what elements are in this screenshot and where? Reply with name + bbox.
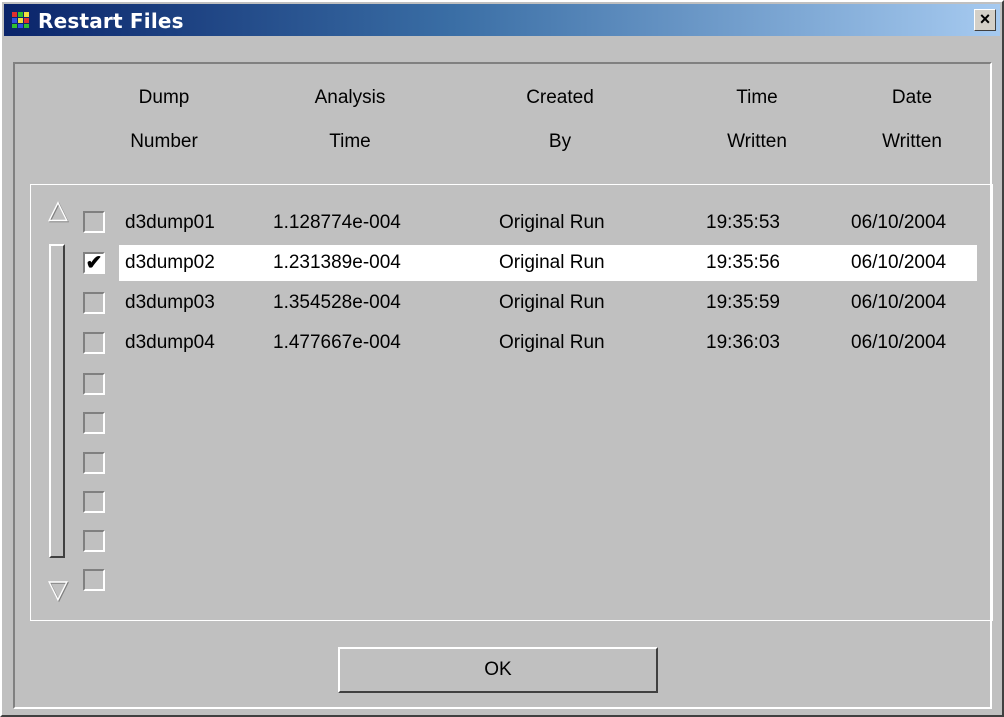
date-written-cell: 06/10/2004: [851, 212, 947, 233]
close-button[interactable]: ×: [974, 9, 996, 31]
ok-button[interactable]: OK: [338, 647, 658, 693]
column-header-line: Dump: [138, 87, 190, 108]
row-checkbox[interactable]: [83, 211, 105, 233]
table-row[interactable]: d3dump01 1.128774e-004 Original Run 19:3…: [119, 205, 977, 241]
table-row-selected[interactable]: d3dump02 1.231389e-004 Original Run 19:3…: [119, 245, 977, 281]
vertical-scrollbar[interactable]: △ ▽: [46, 194, 70, 614]
scroll-up-icon[interactable]: △: [46, 194, 70, 224]
dump-number-cell: d3dump03: [125, 292, 215, 313]
created-by-cell: Original Run: [499, 332, 605, 353]
row-checkbox[interactable]: [83, 569, 105, 591]
dump-number-cell: d3dump02: [125, 252, 215, 273]
row-checkbox[interactable]: ✔: [83, 252, 105, 274]
table-row[interactable]: d3dump03 1.354528e-004 Original Run 19:3…: [119, 285, 977, 321]
column-header-line: By: [548, 131, 572, 152]
scroll-down-icon[interactable]: ▽: [46, 574, 70, 604]
dump-number-cell: d3dump04: [125, 332, 215, 353]
analysis-time-cell: 1.354528e-004: [273, 292, 401, 313]
row-checkbox[interactable]: [83, 412, 105, 434]
time-written-cell: 19:36:03: [706, 332, 780, 353]
column-header-line: Analysis: [314, 87, 386, 108]
restart-files-dialog: Restart Files × Dump Number Analysis Tim…: [0, 0, 1004, 717]
title-bar[interactable]: Restart Files ×: [4, 4, 1000, 36]
analysis-time-cell: 1.128774e-004: [273, 212, 401, 233]
column-header-line: Time: [329, 131, 371, 152]
column-header-created-by: Created By: [510, 76, 610, 164]
column-header-line: Number: [130, 131, 198, 152]
row-checkbox[interactable]: [83, 332, 105, 354]
checkmark-icon: ✔: [85, 252, 103, 274]
scroll-track[interactable]: [49, 244, 65, 558]
column-header-time-written: Time Written: [707, 76, 807, 164]
row-checkbox[interactable]: [83, 530, 105, 552]
column-header-date-written: Date Written: [862, 76, 962, 164]
created-by-cell: Original Run: [499, 212, 605, 233]
column-header-line: Written: [727, 131, 787, 152]
column-header-line: Created: [526, 87, 594, 108]
time-written-cell: 19:35:59: [706, 292, 780, 313]
created-by-cell: Original Run: [499, 252, 605, 273]
table-row[interactable]: d3dump04 1.477667e-004 Original Run 19:3…: [119, 325, 977, 361]
time-written-cell: 19:35:56: [706, 252, 780, 273]
window-title: Restart Files: [38, 9, 184, 33]
column-header-analysis-time: Analysis Time: [300, 76, 400, 164]
date-written-cell: 06/10/2004: [851, 332, 947, 353]
row-checkbox[interactable]: [83, 292, 105, 314]
column-header-line: Written: [882, 131, 942, 152]
analysis-time-cell: 1.477667e-004: [273, 332, 401, 353]
column-header-dump-number: Dump Number: [119, 76, 209, 164]
row-checkbox[interactable]: [83, 373, 105, 395]
column-header-line: Time: [736, 87, 778, 108]
close-icon: ×: [979, 9, 991, 29]
row-checkbox[interactable]: [83, 491, 105, 513]
row-checkbox[interactable]: [83, 452, 105, 474]
date-written-cell: 06/10/2004: [851, 252, 947, 273]
date-written-cell: 06/10/2004: [851, 292, 947, 313]
app-icon: [12, 12, 29, 28]
dump-number-cell: d3dump01: [125, 212, 215, 233]
created-by-cell: Original Run: [499, 292, 605, 313]
time-written-cell: 19:35:53: [706, 212, 780, 233]
analysis-time-cell: 1.231389e-004: [273, 252, 401, 273]
column-header-line: Date: [891, 87, 933, 108]
